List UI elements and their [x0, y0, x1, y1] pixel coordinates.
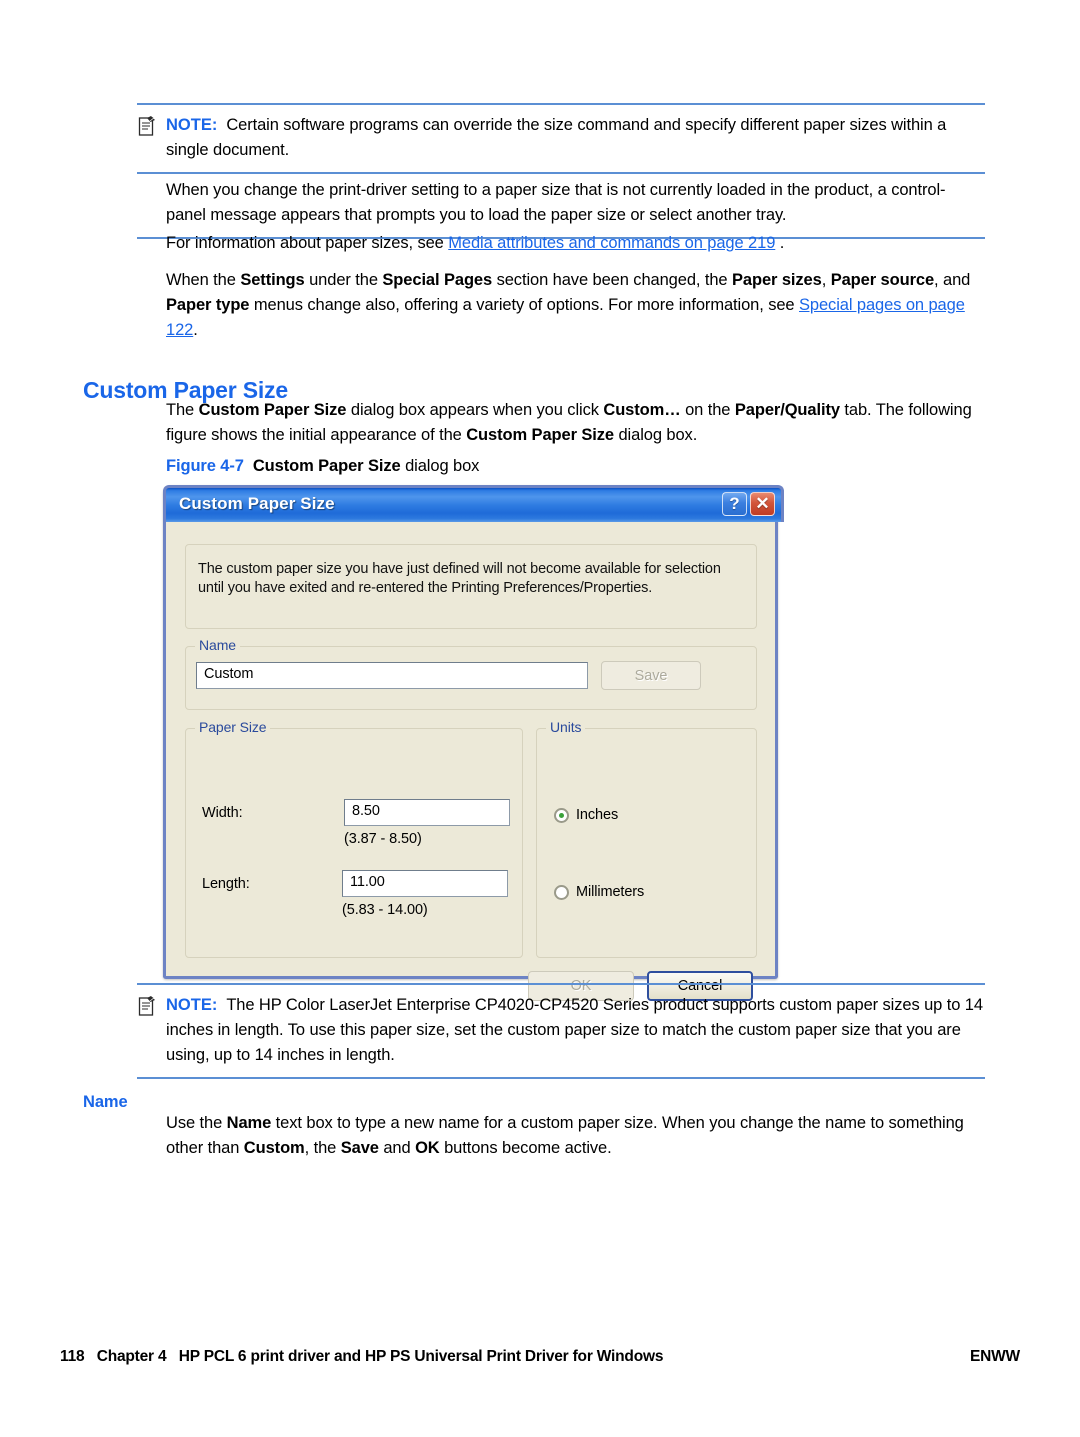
- width-input[interactable]: 8.50: [344, 799, 510, 826]
- radio-millimeters-indicator: [554, 884, 569, 900]
- units-group-label: Units: [546, 719, 586, 735]
- p3-bold-special-pages: Special Pages: [382, 271, 493, 289]
- footer-right: ENWW: [970, 1348, 1020, 1365]
- custom-paper-size-dialog: Custom Paper Size ? ✕ The custom paper s…: [163, 485, 784, 1001]
- radio-inches-label: Inches: [576, 807, 619, 823]
- radio-inches-indicator: [554, 807, 569, 823]
- note-content: The HP Color LaserJet Enterprise CP4020-…: [166, 996, 983, 1064]
- paragraph-block-loaded-paper: When you change the print-driver setting…: [137, 170, 985, 239]
- paper-size-group-label: Paper Size: [195, 719, 271, 735]
- figure-title-bold: Custom Paper Size: [252, 457, 401, 475]
- p4-a: The: [166, 401, 199, 419]
- close-icon[interactable]: ✕: [750, 492, 775, 516]
- paper-size-group: Paper Size Width: 8.50 (3.87 - 8.50) Len…: [185, 719, 523, 958]
- p3-b: under the: [304, 271, 383, 289]
- name-group-label: Name: [195, 637, 240, 653]
- paragraph-2-post: .: [775, 234, 785, 252]
- link-media-attributes[interactable]: Media attributes and commands on page 21…: [448, 234, 775, 252]
- name-group: Name Custom Save: [185, 637, 757, 710]
- p5-bold-ok: OK: [415, 1139, 440, 1157]
- p5-bold-custom: Custom: [243, 1139, 305, 1157]
- p5-bold-name: Name: [226, 1114, 272, 1132]
- p3-e: , and: [934, 271, 971, 289]
- p3-g: .: [193, 321, 198, 339]
- p3-d: ,: [821, 271, 831, 289]
- save-button[interactable]: Save: [601, 661, 701, 690]
- p5-e: buttons become active.: [439, 1139, 612, 1157]
- p4-bold-custom: Custom…: [603, 401, 681, 419]
- note-icon: [137, 116, 157, 137]
- radio-inches[interactable]: Inches: [554, 807, 618, 823]
- figure-number: Figure 4-7: [166, 457, 244, 475]
- note-text: NOTE: Certain software programs can over…: [166, 113, 985, 163]
- p4-bold-paper-quality: Paper/Quality: [734, 401, 840, 419]
- p4-e: dialog box.: [614, 426, 698, 444]
- p5-bold-save: Save: [340, 1139, 379, 1157]
- p5-a: Use the: [166, 1114, 227, 1132]
- paragraph-2: For information about paper sizes, see M…: [166, 231, 996, 256]
- note-callout-2: NOTE: The HP Color LaserJet Enterprise C…: [137, 983, 985, 1079]
- note-label: NOTE:: [166, 116, 218, 134]
- help-button[interactable]: ?: [722, 492, 747, 516]
- p4-b: dialog box appears when you click: [346, 401, 604, 419]
- titlebar-buttons: ? ✕: [722, 492, 775, 516]
- width-range: (3.87 - 8.50): [344, 831, 422, 847]
- units-group: Units Inches Millimeters: [536, 719, 757, 958]
- dialog-title: Custom Paper Size: [179, 494, 335, 513]
- length-range: (5.83 - 14.00): [342, 902, 428, 918]
- figure-title-rest: dialog box: [400, 457, 480, 475]
- document-page: NOTE: Certain software programs can over…: [0, 0, 1080, 1437]
- p5-c: , the: [304, 1139, 341, 1157]
- figure-caption: Figure 4-7 Custom Paper Size dialog box: [166, 457, 479, 476]
- length-input[interactable]: 11.00: [342, 870, 508, 897]
- dialog-titlebar[interactable]: Custom Paper Size ? ✕: [163, 485, 784, 522]
- radio-millimeters-label: Millimeters: [576, 884, 645, 900]
- info-panel: The custom paper size you have just defi…: [185, 544, 757, 629]
- paragraph-1: When you change the print-driver setting…: [166, 181, 946, 224]
- note-icon: [137, 996, 157, 1017]
- p3-f: menus change also, offering a variety of…: [249, 296, 799, 314]
- footer-left: 118 Chapter 4 HP PCL 6 print driver and …: [60, 1348, 664, 1365]
- length-label: Length:: [202, 876, 250, 892]
- p4-bold-custom-paper-size-1: Custom Paper Size: [198, 401, 347, 419]
- p3-a: When the: [166, 271, 241, 289]
- note-callout-1: NOTE: Certain software programs can over…: [137, 103, 985, 174]
- p5-d: and: [378, 1139, 416, 1157]
- p4-c: on the: [680, 401, 735, 419]
- p3-bold-paper-sizes: Paper sizes: [732, 271, 822, 289]
- p4-bold-custom-paper-size-2: Custom Paper Size: [466, 426, 614, 444]
- subsection-heading-name: Name: [83, 1092, 128, 1111]
- p3-bold-settings: Settings: [240, 271, 305, 289]
- width-label: Width:: [202, 805, 243, 821]
- paragraph-3: When the Settings under the Special Page…: [166, 268, 996, 343]
- p3-bold-paper-source: Paper source: [830, 271, 935, 289]
- note-text: NOTE: The HP Color LaserJet Enterprise C…: [166, 993, 985, 1068]
- page-footer: 118 Chapter 4 HP PCL 6 print driver and …: [60, 1348, 1020, 1366]
- p3-c: section have been changed, the: [492, 271, 732, 289]
- note-label: NOTE:: [166, 996, 218, 1014]
- info-message: The custom paper size you have just defi…: [198, 561, 721, 596]
- radio-millimeters[interactable]: Millimeters: [554, 884, 644, 900]
- paragraph-2-pre: For information about paper sizes, see: [166, 234, 449, 252]
- paragraph-5: Use the Name text box to type a new name…: [166, 1111, 986, 1161]
- paragraph-4: The Custom Paper Size dialog box appears…: [166, 398, 994, 448]
- p3-bold-paper-type: Paper type: [166, 296, 250, 314]
- name-input[interactable]: Custom: [196, 662, 588, 689]
- note-content: Certain software programs can override t…: [166, 116, 947, 159]
